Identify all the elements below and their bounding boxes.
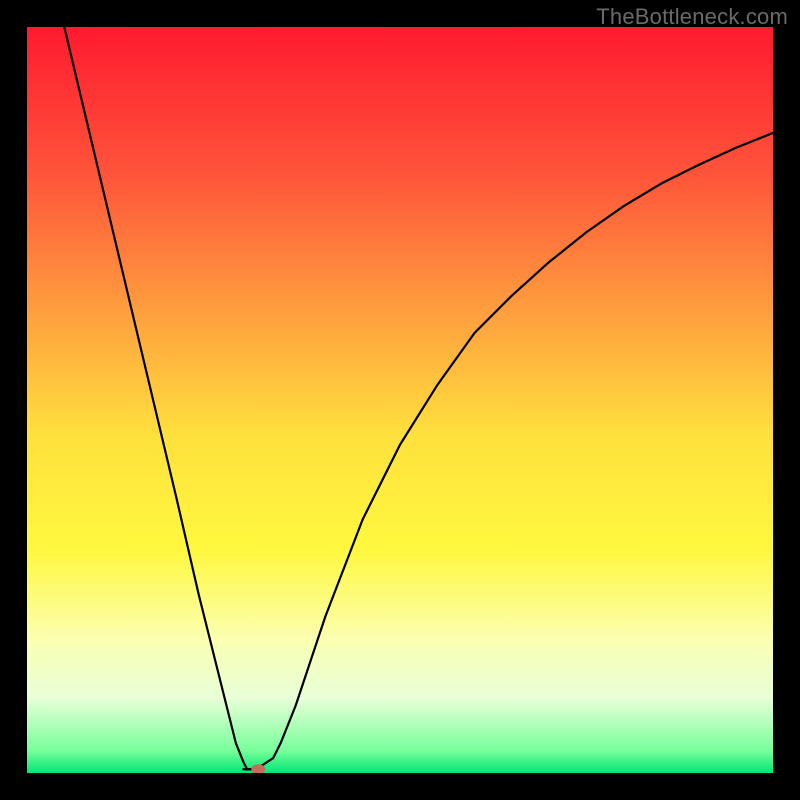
chart-svg <box>27 27 773 773</box>
watermark-text: TheBottleneck.com <box>596 4 788 30</box>
chart-frame: TheBottleneck.com <box>0 0 800 800</box>
plot-area <box>27 27 773 773</box>
gradient-background <box>27 27 773 773</box>
